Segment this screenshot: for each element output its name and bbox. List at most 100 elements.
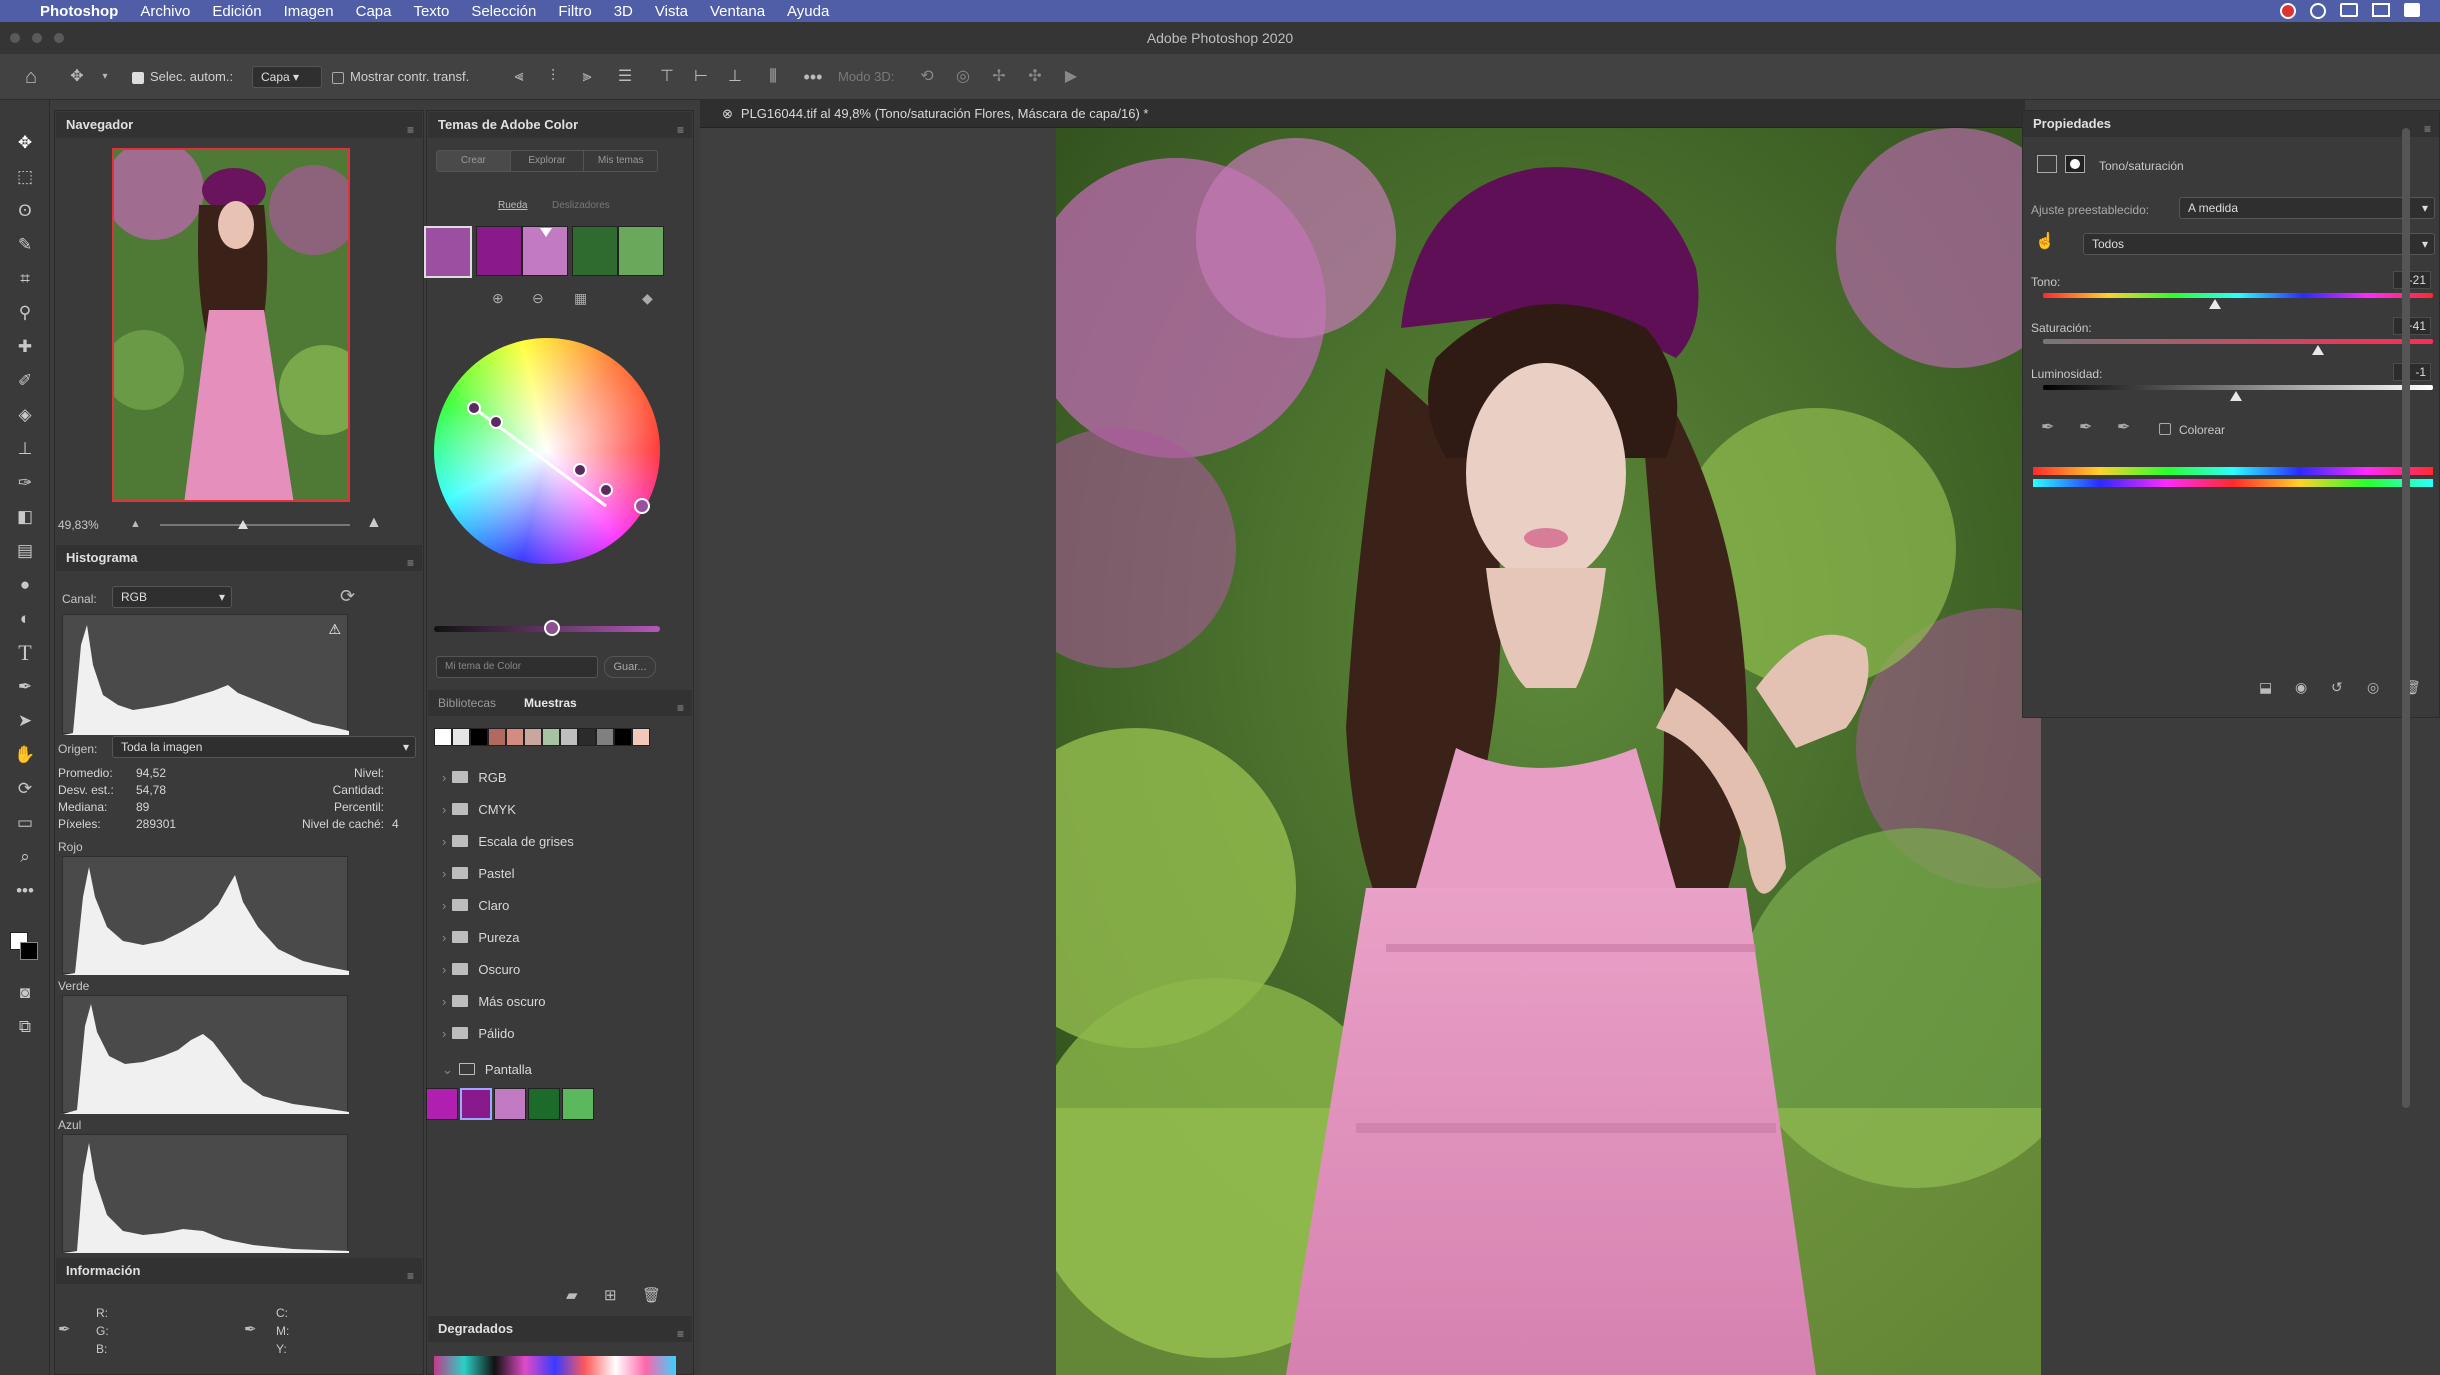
color-harmony-icon[interactable]: ▦ — [574, 290, 587, 307]
eyedropper-icon[interactable]: ✒ — [2041, 417, 2054, 437]
menu-app[interactable]: Photoshop — [40, 3, 118, 20]
panel-menu-icon[interactable]: ≡ — [2424, 116, 2431, 142]
subtab-mis-temas[interactable]: Mis temas — [583, 151, 657, 171]
close-document-icon[interactable]: ⊗ — [722, 106, 733, 121]
theme-swatch-5[interactable] — [618, 226, 664, 276]
zoom-in-icon[interactable]: ▲ — [366, 514, 382, 532]
pantalla-swatch[interactable] — [494, 1088, 526, 1120]
channel-dropdown[interactable]: RGB ▾ — [112, 586, 232, 608]
camera-3d-icon[interactable]: ▶ — [1058, 65, 1084, 89]
recent-swatch[interactable] — [470, 728, 488, 746]
status-icon[interactable] — [2310, 3, 2326, 19]
panel-menu-icon[interactable]: ≡ — [677, 1321, 684, 1347]
close-window-button[interactable] — [10, 33, 20, 43]
stamp-tool-icon[interactable]: ⊥ — [11, 436, 39, 462]
recent-swatch[interactable] — [452, 728, 470, 746]
navigator-tab[interactable]: Navegador ≡ — [56, 112, 422, 138]
marquee-tool-icon[interactable]: ⬚ — [11, 164, 39, 190]
remove-color-icon[interactable]: ⊖ — [532, 290, 544, 307]
pan-3d-icon[interactable]: ✢ — [986, 65, 1012, 89]
eyedropper-tool-icon[interactable]: ⚲ — [11, 300, 39, 326]
history-brush-tool-icon[interactable]: ✑ — [11, 470, 39, 496]
tab-muestras[interactable]: Muestras — [524, 690, 577, 716]
targeted-adjustment-hand-icon[interactable]: ☝ — [2035, 231, 2055, 251]
navigator-zoom-slider[interactable] — [160, 524, 350, 526]
theme-swatch-2[interactable] — [476, 226, 522, 276]
tab-bibliotecas[interactable]: Bibliotecas — [438, 690, 496, 716]
panel-menu-icon[interactable]: ≡ — [677, 117, 684, 143]
theme-swatch-1[interactable] — [424, 226, 472, 278]
brightness-slider-thumb[interactable] — [544, 620, 560, 636]
eyedropper-plus-icon[interactable]: ✒ — [2079, 417, 2092, 437]
pantalla-swatch[interactable] — [460, 1088, 492, 1120]
brush-tool-icon[interactable]: ✐ — [11, 368, 39, 394]
recent-swatch[interactable] — [614, 728, 632, 746]
subtab-crear[interactable]: Crear — [437, 151, 510, 171]
background-color-swatch[interactable] — [20, 942, 38, 960]
reset-icon[interactable]: ↺ — [2331, 679, 2343, 696]
save-theme-button[interactable]: Guar... — [604, 656, 656, 678]
warning-icon[interactable]: ⚠ — [328, 621, 341, 638]
move-tool-icon[interactable]: ✥ — [11, 130, 39, 156]
hue-value[interactable]: -21 — [2393, 271, 2431, 289]
pantalla-swatch[interactable] — [528, 1088, 560, 1120]
wheel-marker[interactable] — [634, 498, 650, 514]
wheel-marker[interactable] — [467, 401, 481, 415]
path-selection-tool-icon[interactable]: ➤ — [11, 708, 39, 734]
saturation-value[interactable]: +41 — [2393, 317, 2431, 335]
status-icon[interactable] — [2280, 3, 2296, 19]
new-swatch-icon[interactable]: ⊞ — [604, 1286, 617, 1304]
align-left-icon[interactable]: ⫷ — [506, 65, 532, 89]
menu-ayuda[interactable]: Ayuda — [787, 3, 829, 20]
source-dropdown[interactable]: Toda la imagen ▾ — [112, 736, 416, 758]
chevron-down-icon[interactable]: ▾ — [92, 65, 118, 89]
hue-slider[interactable] — [2043, 293, 2433, 298]
canvas-vertical-scrollbar[interactable] — [2402, 128, 2410, 1108]
adjustment-layer-icon[interactable] — [2037, 155, 2057, 173]
rotate-view-tool-icon[interactable]: ⟳ — [11, 776, 39, 802]
recent-swatch[interactable] — [524, 728, 542, 746]
zoom-out-icon[interactable]: ▲ — [130, 518, 141, 530]
minimize-window-button[interactable] — [32, 33, 42, 43]
auto-select-checkbox[interactable] — [132, 72, 144, 84]
preset-dropdown[interactable]: A medida ▾ — [2179, 197, 2435, 219]
lightness-value[interactable]: -1 — [2393, 363, 2431, 381]
mode-deslizadores[interactable]: Deslizadores — [552, 200, 610, 211]
folder-mas-oscuro[interactable]: › Más oscuro — [442, 994, 546, 1009]
lightness-slider[interactable] — [2043, 385, 2433, 390]
distribute-icon[interactable]: ☰ — [612, 65, 638, 89]
menu-vista[interactable]: Vista — [655, 3, 688, 20]
set-base-color-icon[interactable]: ◆ — [642, 290, 653, 307]
subtab-explorar[interactable]: Explorar — [509, 151, 584, 171]
notification-icon[interactable] — [2404, 3, 2420, 17]
menu-texto[interactable]: Texto — [413, 3, 449, 20]
layer-mask-icon[interactable] — [2065, 155, 2085, 173]
menu-seleccion[interactable]: Selección — [471, 3, 536, 20]
navigator-zoom-thumb[interactable] — [238, 520, 248, 529]
auto-select-dropdown[interactable]: Capa ▾ — [252, 66, 322, 88]
dodge-tool-icon[interactable]: ◐ — [11, 606, 39, 632]
align-right-icon[interactable]: ⫸ — [574, 65, 600, 89]
clip-to-layer-icon[interactable]: ⬓ — [2259, 679, 2272, 696]
colorize-checkbox[interactable] — [2159, 423, 2171, 435]
blur-tool-icon[interactable]: ● — [11, 572, 39, 598]
align-bottom-icon[interactable]: ⊥ — [722, 65, 748, 89]
folder-rgb[interactable]: › RGB — [442, 770, 507, 785]
menu-3d[interactable]: 3D — [614, 3, 633, 20]
hue-slider-thumb[interactable] — [2209, 299, 2222, 309]
menu-ventana[interactable]: Ventana — [710, 3, 765, 20]
folder-pantalla[interactable]: ⌄ Pantalla — [442, 1062, 532, 1078]
status-icon[interactable] — [2372, 3, 2390, 17]
menu-archivo[interactable]: Archivo — [140, 3, 190, 20]
menu-imagen[interactable]: Imagen — [284, 3, 334, 20]
text-tool-icon[interactable]: T — [11, 640, 39, 666]
recent-swatch[interactable] — [596, 728, 614, 746]
navigator-zoom-value[interactable]: 49,83% — [58, 518, 99, 532]
mode-rueda[interactable]: Rueda — [498, 200, 527, 211]
new-group-folder-icon[interactable]: ▰ — [566, 1286, 578, 1304]
delete-swatch-icon[interactable]: 🗑 — [642, 1286, 661, 1304]
gradients-tab[interactable]: Degradados ≡ — [428, 1316, 692, 1342]
gradient-tool-icon[interactable]: ▤ — [11, 538, 39, 564]
lasso-tool-icon[interactable]: ʘ — [11, 198, 39, 224]
recent-swatch[interactable] — [506, 728, 524, 746]
